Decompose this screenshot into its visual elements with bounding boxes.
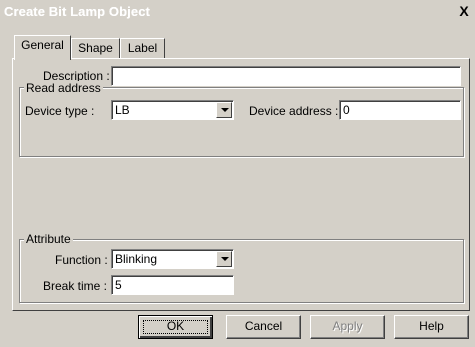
close-icon[interactable]: X: [456, 2, 472, 20]
tab-general[interactable]: General: [14, 35, 71, 60]
read-address-group: [19, 87, 464, 157]
tab-shape[interactable]: Shape: [71, 38, 120, 58]
title-bar[interactable]: Create Bit Lamp Object X: [0, 0, 475, 24]
break-time-input[interactable]: 5: [111, 275, 234, 295]
tab-label[interactable]: Label: [120, 38, 165, 58]
function-value: Blinking: [115, 252, 158, 266]
cancel-button-label: Cancel: [244, 319, 283, 333]
general-tab-panel: Description : Read address Device type :…: [12, 58, 470, 311]
create-bit-lamp-dialog: Create Bit Lamp Object X General Shape L…: [0, 0, 475, 347]
window-title: Create Bit Lamp Object: [4, 4, 150, 19]
device-address-label: Device address :: [249, 104, 339, 118]
device-type-label: Device type :: [25, 104, 95, 118]
ok-button[interactable]: OK: [138, 315, 213, 339]
attribute-title: Attribute: [24, 232, 73, 246]
function-select[interactable]: Blinking: [111, 249, 234, 269]
tab-general-label: General: [21, 38, 64, 52]
ok-button-label: OK: [166, 319, 185, 333]
break-time-label: Break time :: [43, 279, 108, 293]
device-type-value: LB: [115, 103, 130, 117]
apply-button[interactable]: Apply: [310, 315, 385, 339]
device-type-dropdown-button[interactable]: [216, 102, 232, 118]
tab-shape-label: Shape: [78, 41, 113, 55]
read-address-title: Read address: [24, 81, 103, 95]
help-button-label: Help: [419, 319, 444, 333]
attribute-group: [19, 239, 464, 303]
tab-label-label: Label: [127, 41, 158, 55]
chevron-down-icon: [221, 257, 229, 261]
help-button[interactable]: Help: [394, 315, 469, 339]
function-label: Function :: [55, 253, 108, 267]
device-address-input[interactable]: 0: [339, 100, 461, 120]
cancel-button[interactable]: Cancel: [226, 315, 301, 339]
chevron-down-icon: [221, 108, 229, 112]
function-dropdown-button[interactable]: [216, 251, 232, 267]
device-type-select[interactable]: LB: [111, 100, 234, 120]
apply-button-label: Apply: [332, 319, 363, 333]
description-input[interactable]: [111, 66, 461, 86]
